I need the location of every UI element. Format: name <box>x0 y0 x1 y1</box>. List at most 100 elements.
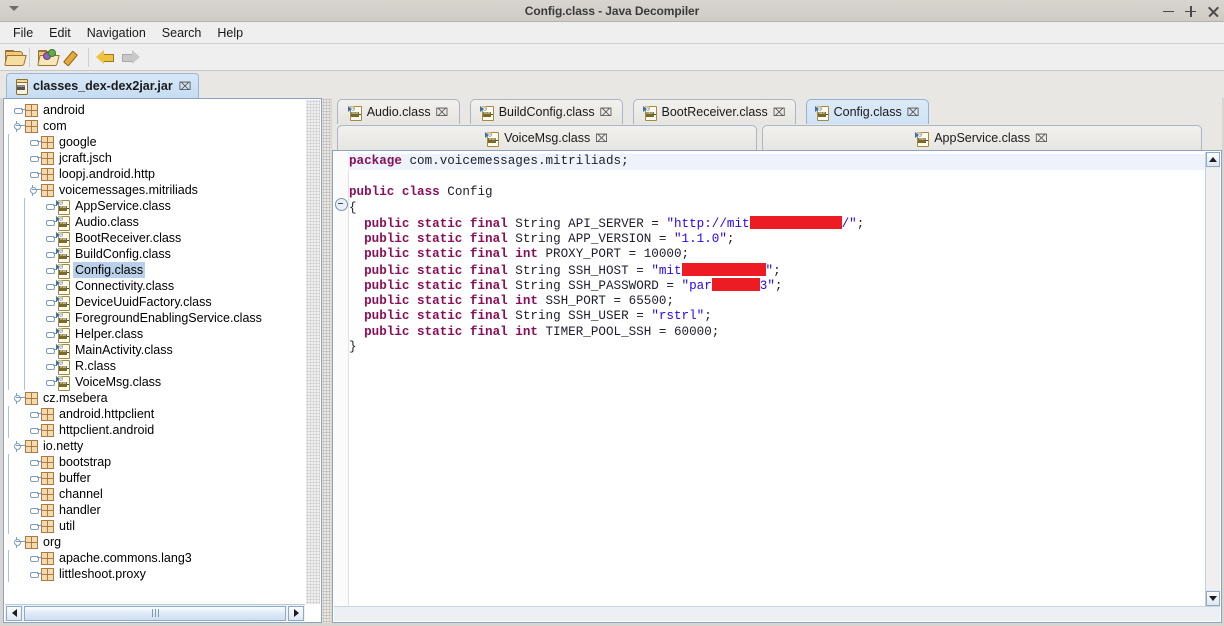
menu-search[interactable]: Search <box>154 24 210 42</box>
tree-node[interactable]: util <box>4 518 306 534</box>
editor-tab-close-icon[interactable]: ⌧ <box>436 107 449 118</box>
tree-node[interactable]: org <box>4 534 306 550</box>
tree-scroll-right-button[interactable] <box>288 605 304 621</box>
tree-node[interactable]: 010 Audio.class <box>4 214 306 231</box>
editor-tab-buildconfig-class[interactable]: 010 BuildConfig.class ⌧ <box>470 99 623 124</box>
code-fold-collapse-icon[interactable] <box>335 198 348 211</box>
editor-tab-bootreceiver-class[interactable]: 010 BootReceiver.class ⌧ <box>633 99 796 124</box>
tree-collapse-handle-icon[interactable] <box>12 118 25 134</box>
tree-node[interactable]: google <box>4 134 306 150</box>
close-button[interactable] <box>1207 6 1219 17</box>
tree-expand-handle-icon[interactable] <box>28 166 41 182</box>
tree-expand-handle-icon[interactable] <box>28 150 41 166</box>
minimize-button[interactable] <box>1163 6 1174 17</box>
tree-collapse-handle-icon[interactable] <box>12 390 25 406</box>
tree-expand-handle-icon[interactable] <box>28 422 41 438</box>
tree-node[interactable]: channel <box>4 486 306 502</box>
editor-scroll-down-button[interactable] <box>1206 591 1220 606</box>
tree-node[interactable]: android <box>4 102 306 118</box>
jar-tab-close-icon[interactable]: ⌧ <box>179 81 192 92</box>
tree-node[interactable]: littleshoot.proxy <box>4 566 306 582</box>
class-file-icon: 010 <box>485 131 500 147</box>
code-token-pn: ; <box>704 309 712 323</box>
code-token-pn: ; <box>774 279 783 293</box>
tree-node[interactable]: 010 ForegroundEnablingService.class <box>4 310 306 327</box>
menu-navigation[interactable]: Navigation <box>79 24 154 42</box>
editor-tab-config-class[interactable]: 010 Config.class ⌧ <box>806 99 929 124</box>
tree-scroll-left-button[interactable] <box>6 605 22 621</box>
tree-expand-handle-icon[interactable] <box>28 566 41 582</box>
menu-help[interactable]: Help <box>209 24 251 42</box>
tree-node[interactable]: 010 VoiceMsg.class <box>4 374 306 391</box>
tree-vertical-scrollbar[interactable] <box>306 100 320 604</box>
tree-node[interactable]: android.httpclient <box>4 406 306 422</box>
tree-expand-handle-icon[interactable] <box>28 454 41 470</box>
tree-node[interactable]: 010 BuildConfig.class <box>4 246 306 263</box>
edit-button[interactable] <box>59 46 85 69</box>
tree-indent <box>4 470 28 486</box>
tree-node[interactable]: 010 DeviceUuidFactory.class <box>4 294 306 311</box>
tree-expand-handle-icon[interactable] <box>28 406 41 422</box>
panel-splitter[interactable] <box>322 98 331 623</box>
editor-tab-close-icon[interactable]: ⌧ <box>595 133 608 144</box>
forward-button[interactable] <box>118 46 144 69</box>
tree-node[interactable]: 010 Config.class <box>4 262 306 279</box>
tree-node[interactable]: httpclient.android <box>4 422 306 438</box>
code-line: { <box>348 201 1205 217</box>
tree-expand-handle-icon[interactable] <box>28 134 41 150</box>
editor-tab-label: BootReceiver.class <box>661 105 768 119</box>
tree-node[interactable]: 010 MainActivity.class <box>4 342 306 359</box>
code-token-str: "par <box>681 279 712 293</box>
open-type-button[interactable] <box>33 46 60 69</box>
editor-tab-close-icon[interactable]: ⌧ <box>600 107 613 118</box>
editor-horizontal-scrollbar[interactable] <box>334 606 1220 621</box>
menu-edit[interactable]: Edit <box>41 24 79 42</box>
source-editor[interactable]: package com.voicemessages.mitriliads; pu… <box>332 150 1222 623</box>
tree-node[interactable]: 010 Helper.class <box>4 326 306 343</box>
tree-expand-handle-icon[interactable] <box>28 486 41 502</box>
tree-node[interactable]: 010 R.class <box>4 358 306 375</box>
package-tree[interactable]: android com google jcraft.jsch loopj.android… <box>4 99 306 603</box>
class-file-icon: 010 <box>56 295 70 311</box>
editor-tab-audio-class[interactable]: 010 Audio.class ⌧ <box>337 99 460 124</box>
maximize-button[interactable] <box>1185 5 1196 17</box>
tree-expand-handle-icon[interactable] <box>28 518 41 534</box>
editor-tab-voicemsg-class[interactable]: 010 VoiceMsg.class ⌧ <box>337 125 757 150</box>
java-decompiler-window: Config.class - Java Decompiler File Edit… <box>0 0 1224 626</box>
tree-node[interactable]: 010 Connectivity.class <box>4 278 306 295</box>
tree-node[interactable]: cz.msebera <box>4 390 306 406</box>
jar-tab-classes-dex-dex2jar[interactable]: 010 classes_dex-dex2jar.jar ⌧ <box>6 73 200 98</box>
tree-node[interactable]: handler <box>4 502 306 518</box>
tree-node[interactable]: apache.commons.lang3 <box>4 550 306 566</box>
tree-node[interactable]: io.netty <box>4 438 306 454</box>
tree-collapse-handle-icon[interactable] <box>28 182 41 198</box>
tree-node[interactable]: loopj.android.http <box>4 166 306 182</box>
editor-tab-appservice-class[interactable]: 010 AppService.class ⌧ <box>762 125 1202 150</box>
tree-horizontal-scrollbar[interactable] <box>5 604 305 621</box>
tree-expand-handle-icon[interactable] <box>28 550 41 566</box>
tree-expand-handle-icon[interactable] <box>28 502 41 518</box>
editor-tab-close-icon[interactable]: ⌧ <box>907 107 920 118</box>
tree-node[interactable]: 010 BootReceiver.class <box>4 230 306 247</box>
tree-node[interactable]: com <box>4 118 306 134</box>
tree-collapse-handle-icon[interactable] <box>12 438 25 454</box>
class-file-icon: 010 <box>347 105 362 121</box>
editor-tab-close-icon[interactable]: ⌧ <box>1035 133 1048 144</box>
tree-node[interactable]: bootstrap <box>4 454 306 470</box>
code-line: } <box>348 340 1205 356</box>
editor-tab-close-icon[interactable]: ⌧ <box>773 107 786 118</box>
editor-vertical-scrollbar[interactable] <box>1205 152 1220 606</box>
tree-node[interactable]: 010 AppService.class <box>4 198 306 215</box>
tree-scroll-thumb[interactable] <box>24 605 286 621</box>
tree-node-label: voicemessages.mitriliads <box>59 183 198 197</box>
tree-collapse-handle-icon[interactable] <box>12 534 25 550</box>
tree-expand-handle-icon[interactable] <box>28 470 41 486</box>
tree-expand-handle-icon[interactable] <box>12 102 25 118</box>
menu-file[interactable]: File <box>5 24 41 42</box>
tree-node[interactable]: buffer <box>4 470 306 486</box>
editor-scroll-up-button[interactable] <box>1206 152 1220 167</box>
back-button[interactable] <box>92 46 118 69</box>
tree-node[interactable]: voicemessages.mitriliads <box>4 182 306 198</box>
open-file-button[interactable] <box>0 46 27 69</box>
tree-node[interactable]: jcraft.jsch <box>4 150 306 166</box>
